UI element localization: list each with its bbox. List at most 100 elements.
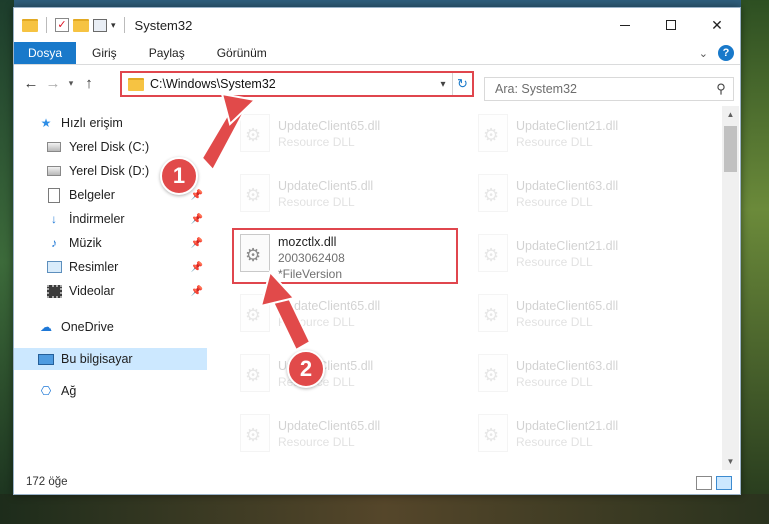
vertical-scrollbar[interactable]: ▲ ▼ — [722, 106, 739, 470]
customize-icon[interactable] — [93, 18, 107, 32]
nav-item-label: Videolar — [69, 284, 115, 298]
qat-dropdown-icon[interactable]: ▾ — [111, 20, 116, 31]
desktop-background-left — [0, 0, 14, 524]
window-controls: ✕ — [602, 8, 740, 42]
search-placeholder[interactable]: Ara: System32 — [485, 82, 709, 96]
file-description: Resource DLL — [278, 195, 355, 209]
file-description: Resource DLL — [516, 375, 593, 389]
disk-icon — [46, 139, 62, 155]
nav-item-network[interactable]: ⎔ Ağ — [14, 380, 207, 402]
folder-icon — [128, 77, 144, 91]
nav-item-this-pc[interactable]: Bu bilgisayar — [14, 348, 207, 370]
properties-check-icon[interactable]: ✓ — [55, 18, 69, 32]
ribbon-expand-icon[interactable]: ⌄ — [699, 47, 708, 60]
scrollbar-thumb[interactable] — [724, 126, 737, 172]
window-title: System32 — [134, 17, 193, 33]
nav-item-label: Bu bilgisayar — [61, 352, 133, 366]
refresh-icon[interactable]: ↻ — [452, 73, 472, 95]
file-item[interactable]: ⚙ UpdateClient5.dllResource DLL — [234, 170, 456, 228]
document-shape — [48, 187, 60, 203]
minimize-icon — [620, 24, 630, 26]
search-input[interactable]: Ara: System32 ⚲ — [484, 77, 734, 101]
close-icon: ✕ — [711, 16, 723, 33]
pin-icon[interactable]: 📌 — [191, 190, 203, 201]
nav-item-label: Yerel Disk (D:) — [69, 164, 150, 178]
nav-item-onedrive[interactable]: ☁ OneDrive — [14, 316, 207, 338]
file-item[interactable]: ⚙ UpdateClient63.dll Resource DLL — [472, 350, 694, 408]
back-icon[interactable]: ← — [20, 75, 42, 92]
tab-view[interactable]: Görünüm — [201, 42, 283, 64]
gear-icon: ⚙ — [483, 125, 500, 145]
new-folder-icon[interactable] — [73, 18, 89, 32]
forward-icon[interactable]: → — [42, 75, 64, 92]
nav-item-quick-access[interactable]: ★ Hızlı erişim — [14, 112, 207, 134]
help-icon[interactable]: ? — [718, 45, 734, 61]
search-icon[interactable]: ⚲ — [709, 81, 733, 97]
dll-file-icon: ⚙ — [240, 294, 270, 332]
large-icons-view-icon[interactable] — [716, 476, 732, 490]
pictures-icon — [46, 259, 62, 275]
star-icon: ★ — [40, 116, 52, 130]
file-item[interactable]: ⚙ UpdateClient65.dll Resource DLL — [234, 110, 456, 168]
file-item[interactable]: ⚙ UpdateClient5.dllResource DLL — [234, 350, 456, 408]
nav-item-label: Müzik — [69, 236, 102, 250]
maximize-button[interactable] — [648, 8, 694, 42]
file-name: UpdateClient21.dll — [516, 239, 619, 253]
dll-file-icon: ⚙ — [240, 234, 270, 272]
file-item-mozctlx[interactable]: ⚙ mozctlx.dll 2003062408 *FileVersion — [232, 228, 458, 284]
file-description: Resource DLL — [516, 255, 593, 269]
tab-share[interactable]: Paylaş — [133, 42, 201, 64]
recent-locations-icon[interactable]: ▾ — [64, 78, 78, 89]
close-button[interactable]: ✕ — [694, 8, 740, 42]
nav-item-videos[interactable]: Videolar 📌 — [14, 280, 207, 302]
quick-access-toolbar: ✓ ▾ — [14, 17, 129, 33]
dll-file-icon: ⚙ — [478, 294, 508, 332]
nav-item-music[interactable]: ♪ Müzik 📌 — [14, 232, 207, 254]
disk-shape — [47, 142, 61, 152]
file-description: Resource DLL — [516, 315, 593, 329]
file-explorer-window: ✓ ▾ System32 ✕ Dosya Giriş Paylaş Görünü… — [13, 7, 741, 495]
up-icon[interactable]: ↑ — [78, 75, 100, 92]
details-view-icon[interactable] — [696, 476, 712, 490]
file-item[interactable]: ⚙ UpdateClient21.dll Resource DLL — [472, 410, 694, 466]
nav-item-local-disk-c[interactable]: Yerel Disk (C:) — [14, 136, 207, 158]
pin-icon[interactable]: 📌 — [191, 262, 203, 273]
dll-file-icon: ⚙ — [478, 114, 508, 152]
gear-icon: ⚙ — [245, 125, 262, 145]
file-list: ⚙ UpdateClient65.dll Resource DLL ⚙ Updat… — [222, 106, 722, 466]
address-path[interactable]: C:\Windows\System32 — [150, 77, 276, 91]
nav-item-downloads[interactable]: ↓ İndirmeler 📌 — [14, 208, 207, 230]
status-bar: 172 öğe — [14, 470, 740, 494]
pin-icon[interactable]: 📌 — [191, 214, 203, 225]
desktop-background-bottom — [0, 494, 769, 524]
file-item[interactable]: ⚙ UpdateClient65.dll Resource DLL — [234, 410, 456, 466]
file-item[interactable]: ⚙ UpdateClient65.dll Resource DLL — [234, 290, 456, 348]
file-item[interactable]: ⚙ UpdateClient21.dll Resource DLL — [472, 230, 694, 288]
step-1-badge: 1 — [160, 157, 198, 195]
address-dropdown-icon[interactable]: ▾ — [434, 79, 452, 90]
gear-icon: ⚙ — [245, 245, 262, 265]
file-description: Resource DLL — [516, 435, 593, 449]
tab-file[interactable]: Dosya — [14, 42, 77, 64]
address-bar[interactable]: C:\Windows\System32 ▾ ↻ — [120, 71, 474, 97]
gear-icon: ⚙ — [483, 365, 500, 385]
file-item[interactable]: ⚙ UpdateClient65.dll Resource DLL — [472, 290, 694, 348]
computer-shape — [38, 353, 54, 365]
gear-icon: ⚙ — [483, 185, 500, 205]
scroll-down-icon[interactable]: ▼ — [722, 453, 739, 470]
folder-icon — [22, 18, 38, 32]
nav-item-pictures[interactable]: Resimler 📌 — [14, 256, 207, 278]
scroll-up-icon[interactable]: ▲ — [722, 106, 739, 123]
view-toggle — [696, 476, 732, 490]
download-icon: ↓ — [51, 212, 57, 226]
tab-home[interactable]: Giriş — [76, 42, 133, 64]
ribbon-tabs: Dosya Giriş Paylaş Görünüm ⌄ ? — [14, 42, 740, 65]
pin-icon[interactable]: 📌 — [191, 286, 203, 297]
minimize-button[interactable] — [602, 8, 648, 42]
pin-icon[interactable]: 📌 — [191, 238, 203, 249]
gear-icon: ⚙ — [245, 305, 262, 325]
toolbar-divider — [123, 17, 125, 33]
file-item[interactable]: ⚙ UpdateClient21.dll Resource DLL — [472, 110, 694, 168]
file-item[interactable]: ⚙ UpdateClient63.dll Resource DLL — [472, 170, 694, 228]
dll-file-icon: ⚙ — [478, 174, 508, 212]
